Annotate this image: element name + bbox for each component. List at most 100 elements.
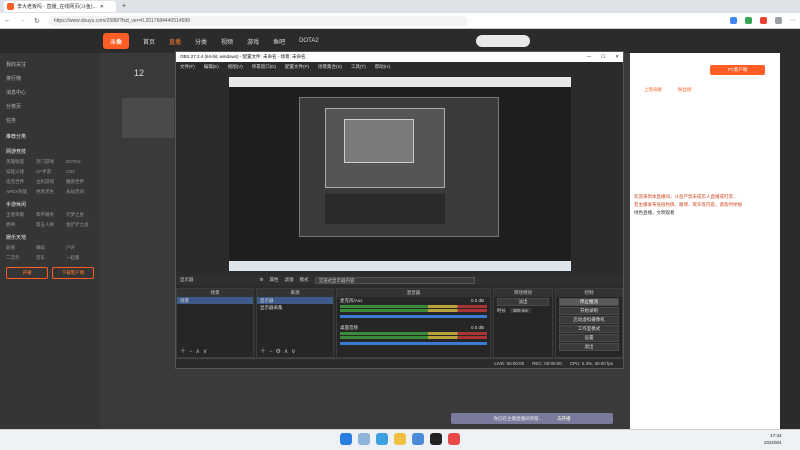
chip-contribution[interactable]: 上周贡献 bbox=[644, 87, 662, 93]
menu-edit[interactable]: 编辑(E) bbox=[204, 64, 219, 70]
anchor-avatar[interactable] bbox=[122, 98, 174, 138]
category-link[interactable]: 舞蹈 bbox=[36, 245, 64, 251]
toast-action-link[interactable]: 去开播 bbox=[557, 416, 571, 422]
category-link[interactable]: 原神 bbox=[6, 222, 34, 228]
profile-icon[interactable] bbox=[775, 17, 782, 24]
category-link[interactable]: 一起看 bbox=[66, 255, 94, 261]
studio-mode-button[interactable]: 工作室模式 bbox=[559, 325, 619, 333]
chip-fans[interactable]: 粉丝榜 bbox=[678, 87, 692, 93]
nav-yuba[interactable]: 鱼吧 bbox=[273, 37, 285, 46]
nav-live[interactable]: 直播 bbox=[169, 37, 181, 46]
stop-streaming-button[interactable]: 停止推流 bbox=[559, 298, 619, 306]
clock-time: 17:34 bbox=[770, 433, 782, 438]
app-icon[interactable] bbox=[448, 433, 460, 445]
scene-item[interactable]: 场景 bbox=[177, 297, 253, 304]
edge-browser-icon[interactable] bbox=[376, 433, 388, 445]
category-link[interactable]: 热门游戏 bbox=[36, 159, 64, 165]
volume-slider[interactable] bbox=[340, 342, 487, 345]
category-link[interactable]: 和平精英 bbox=[36, 212, 64, 218]
file-explorer-icon[interactable] bbox=[394, 433, 406, 445]
new-tab-icon[interactable]: + bbox=[122, 3, 126, 10]
nav-game[interactable]: 游戏 bbox=[247, 37, 259, 46]
nav-dota2[interactable]: DOTA2 bbox=[299, 38, 319, 44]
start-menu-icon[interactable] bbox=[340, 433, 352, 445]
pc-client-button[interactable]: PC客户端 bbox=[710, 65, 765, 75]
volume-slider[interactable] bbox=[340, 315, 487, 318]
sidebar-item-follow[interactable]: 我的关注 bbox=[6, 57, 94, 71]
transition-select[interactable]: 淡出 bbox=[497, 298, 549, 306]
sidebar-item-messages[interactable]: 消息中心 bbox=[6, 85, 94, 99]
dock-toolbar[interactable]: ＋−⚙∧∨ bbox=[260, 346, 299, 355]
category-link[interactable]: 音乐 bbox=[36, 255, 64, 261]
tab-close-icon[interactable]: ✕ bbox=[100, 4, 104, 10]
category-link[interactable]: CF手游 bbox=[36, 169, 64, 175]
category-link[interactable]: 颜值 bbox=[6, 245, 34, 251]
store-icon[interactable] bbox=[412, 433, 424, 445]
menu-file[interactable]: 文件(F) bbox=[180, 64, 195, 70]
category-link[interactable]: 英雄联盟 bbox=[6, 159, 34, 165]
extension-icon[interactable] bbox=[760, 17, 767, 24]
page-scrollbar[interactable] bbox=[780, 53, 800, 429]
maximize-icon[interactable]: ☐ bbox=[601, 54, 605, 60]
nav-video[interactable]: 视频 bbox=[221, 37, 233, 46]
properties-button[interactable]: 属性 bbox=[270, 277, 279, 283]
source-item[interactable]: 显示器采集 bbox=[257, 304, 333, 311]
category-link[interactable]: 穿越火线 bbox=[6, 169, 34, 175]
category-link[interactable]: CS2 bbox=[66, 169, 94, 175]
category-link[interactable]: 坦克世界 bbox=[6, 179, 34, 185]
menu-help[interactable]: 帮助(H) bbox=[375, 64, 390, 70]
sidebar-item-rank[interactable]: 排行榜 bbox=[6, 71, 94, 85]
category-link[interactable]: 二次元 bbox=[6, 255, 34, 261]
menu-icon[interactable]: ⋯ bbox=[790, 17, 796, 24]
category-link[interactable]: 绝地求生 bbox=[36, 189, 64, 195]
dock-toolbar[interactable]: ＋−∧∨ bbox=[180, 346, 210, 355]
mode-select[interactable]: 沉浸式显示器内容 bbox=[314, 276, 475, 284]
menu-profile[interactable]: 配置文件(P) bbox=[285, 64, 309, 70]
search-icon[interactable] bbox=[358, 433, 370, 445]
menu-tools[interactable]: 工具(T) bbox=[351, 64, 366, 70]
extension-icon[interactable] bbox=[730, 17, 737, 24]
settings-button[interactable]: 设置 bbox=[559, 334, 619, 342]
obs-app-icon[interactable] bbox=[430, 433, 442, 445]
forward-icon[interactable]: → bbox=[19, 17, 26, 24]
nav-home[interactable]: 首页 bbox=[143, 37, 155, 46]
minimize-icon[interactable]: — bbox=[587, 54, 592, 60]
back-icon[interactable]: ← bbox=[4, 17, 11, 24]
duration-row: 时长 300 ms bbox=[494, 307, 552, 314]
start-recording-button[interactable]: 开始录制 bbox=[559, 307, 619, 315]
nav-category[interactable]: 分类 bbox=[195, 37, 207, 46]
category-link[interactable]: DOTA2 bbox=[66, 159, 94, 165]
source-item[interactable]: 显示器 bbox=[257, 297, 333, 304]
close-icon[interactable]: ✕ bbox=[615, 54, 619, 60]
category-link[interactable]: 永劫无间 bbox=[66, 189, 94, 195]
category-link[interactable]: 王者荣耀 bbox=[6, 212, 34, 218]
duration-input[interactable]: 300 ms bbox=[510, 308, 531, 313]
gear-icon[interactable]: ⚙ bbox=[260, 277, 264, 283]
menu-view[interactable]: 视图(V) bbox=[228, 64, 243, 70]
douyu-search-input[interactable] bbox=[476, 35, 530, 47]
refresh-icon[interactable]: ↻ bbox=[34, 17, 40, 25]
category-link[interactable]: 第五人格 bbox=[36, 222, 64, 228]
sidebar-item-category[interactable]: 分类页 bbox=[6, 99, 94, 113]
category-link[interactable]: APEX英雄 bbox=[6, 189, 34, 195]
extension-icon[interactable] bbox=[745, 17, 752, 24]
menu-docks[interactable]: 停靠窗口(D) bbox=[252, 64, 276, 70]
download-client-button[interactable]: 下载客户端 bbox=[52, 267, 94, 279]
category-link[interactable]: 元梦之星 bbox=[66, 212, 94, 218]
sidebar-item-tasks[interactable]: 任务 bbox=[6, 113, 94, 127]
category-link[interactable]: 主机游戏 bbox=[36, 179, 64, 185]
douyu-logo[interactable]: 斗鱼 bbox=[103, 33, 129, 49]
obs-preview[interactable] bbox=[229, 77, 571, 271]
category-link[interactable]: 魔兽世界 bbox=[66, 179, 94, 185]
virtual-camera-button[interactable]: 启动虚拟摄像机 bbox=[559, 316, 619, 324]
category-link[interactable]: 户外 bbox=[66, 245, 94, 251]
category-link[interactable]: 金铲铲之战 bbox=[66, 222, 94, 228]
exit-button[interactable]: 退出 bbox=[559, 343, 619, 351]
url-input[interactable]: https://www.douyu.com/2588/?fsd_ver=0.20… bbox=[47, 15, 468, 26]
taskbar-clock[interactable]: 17:34 2022/8/4 bbox=[764, 432, 782, 446]
start-live-button[interactable]: 开播 bbox=[6, 267, 48, 279]
nested-obs-capture bbox=[299, 97, 499, 237]
menu-scene-collection[interactable]: 场景集合(S) bbox=[318, 64, 342, 70]
browser-tab[interactable]: 李大老板吗 - 直播_在线网页(斗鱼)... ✕ bbox=[4, 1, 116, 12]
filter-button[interactable]: 滤镜 bbox=[285, 277, 294, 283]
